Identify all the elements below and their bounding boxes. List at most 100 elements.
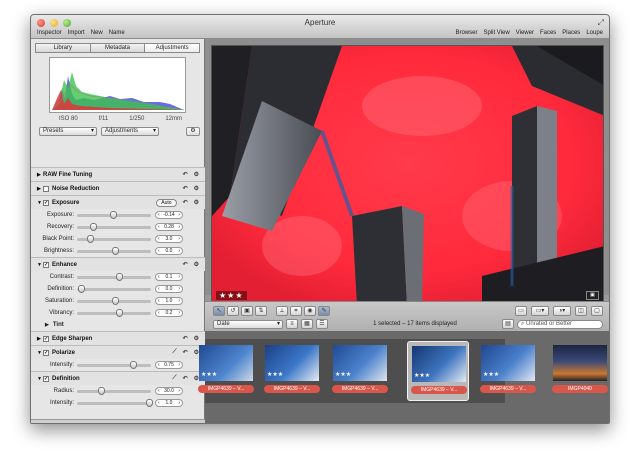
disclosure-triangle-icon[interactable]: ▶	[45, 322, 49, 328]
increment-arrow-icon[interactable]: ›	[178, 388, 180, 394]
decrement-arrow-icon[interactable]: ‹	[158, 362, 160, 368]
reset-icon[interactable]: ↶	[183, 171, 188, 178]
increment-arrow-icon[interactable]: ›	[178, 400, 180, 406]
thumbnail-selected[interactable]: ★★★ IMGP4639 – V...	[407, 341, 469, 401]
sort-direction-icon[interactable]: ≡	[286, 319, 298, 329]
value-stepper[interactable]: ‹ 3.0 ›	[155, 235, 183, 243]
slider-knob[interactable]	[78, 284, 86, 293]
brick-polarize[interactable]: ▼ ✓ Polarize ⟋ ↶ ⚙	[31, 345, 205, 359]
slider-knob[interactable]	[145, 398, 153, 407]
reset-icon[interactable]: ↶	[183, 349, 188, 356]
slider-track[interactable]	[77, 284, 151, 293]
sort-popup[interactable]: Date	[213, 319, 283, 329]
slider-track[interactable]	[77, 234, 151, 243]
brick-raw-fine-tuning[interactable]: ▶ RAW Fine Tuning ↶ ⚙	[31, 167, 205, 181]
name-button[interactable]: Name	[109, 30, 125, 36]
viewer-button[interactable]: Viewer	[516, 30, 534, 36]
slider-track[interactable]	[77, 272, 151, 281]
slider-track[interactable]	[77, 246, 151, 255]
slider-knob[interactable]	[115, 272, 123, 281]
gear-icon[interactable]: ⚙	[194, 171, 199, 178]
tab-metadata[interactable]: Metadata	[90, 44, 146, 52]
rotate-left-icon[interactable]: ↺	[227, 306, 239, 316]
reset-icon[interactable]: ↶	[183, 375, 188, 382]
split-view-icon[interactable]: ◫	[575, 306, 587, 316]
reset-icon[interactable]: ↶	[183, 199, 188, 206]
increment-arrow-icon[interactable]: ›	[178, 224, 180, 230]
slider-track[interactable]	[77, 386, 151, 395]
slider-track[interactable]	[77, 222, 151, 231]
increment-arrow-icon[interactable]: ›	[178, 310, 180, 316]
value-text[interactable]: -0.14	[163, 212, 174, 218]
brush-tool-icon[interactable]: ✎	[318, 306, 330, 316]
inspector-resize-bar[interactable]	[31, 419, 205, 423]
thumbnail[interactable]: IMGP4040	[549, 341, 609, 401]
filter-search-field[interactable]: ⌕ Unrated or Better	[517, 319, 603, 329]
slider-track[interactable]	[77, 296, 151, 305]
value-stepper[interactable]: ‹ 0.0 ›	[155, 285, 183, 293]
decrement-arrow-icon[interactable]: ‹	[158, 286, 160, 292]
inspector-button[interactable]: Inspector	[37, 30, 62, 36]
slider-knob[interactable]	[112, 296, 119, 305]
fullscreen-icon[interactable]: ⤢	[598, 18, 604, 28]
enable-checkbox[interactable]	[43, 185, 49, 192]
value-text[interactable]: 1.0	[166, 400, 173, 406]
presets-popup[interactable]: Presets	[39, 127, 97, 136]
value-text[interactable]: 1.0	[166, 298, 173, 304]
slider-knob[interactable]	[115, 308, 123, 317]
value-stepper[interactable]: ‹ 0.1 ›	[155, 273, 183, 281]
slider-track[interactable]	[77, 210, 151, 219]
slider-knob[interactable]	[109, 210, 117, 219]
value-stepper[interactable]: ‹ 0.0 ›	[155, 247, 183, 255]
slider-knob[interactable]	[112, 246, 119, 255]
red-eye-icon[interactable]: ◉	[304, 306, 316, 316]
brick-definition[interactable]: ▼ ✓ Definition ⟋ ↶ ⚙	[31, 371, 205, 385]
stack-icon[interactable]: ▣	[241, 306, 253, 316]
value-text[interactable]: 30.0	[164, 388, 174, 394]
tab-adjustments[interactable]: Adjustments	[145, 44, 200, 52]
value-stepper[interactable]: ‹ 1.0 ›	[155, 297, 183, 305]
grid-view-icon[interactable]: ▦	[301, 319, 313, 329]
increment-arrow-icon[interactable]: ›	[178, 286, 180, 292]
slider-knob[interactable]	[98, 386, 105, 395]
places-button[interactable]: Places	[562, 30, 580, 36]
thumbnail[interactable]: ★★★ IMGP4639 – V...	[195, 341, 257, 401]
gear-icon[interactable]: ⚙	[194, 185, 199, 192]
decrement-arrow-icon[interactable]: ‹	[158, 248, 160, 254]
increment-arrow-icon[interactable]: ›	[178, 362, 180, 368]
slider-knob[interactable]	[129, 360, 137, 369]
decrement-arrow-icon[interactable]: ‹	[158, 400, 160, 406]
straighten-icon[interactable]: ⟂	[276, 306, 288, 316]
decrement-arrow-icon[interactable]: ‹	[158, 388, 160, 394]
adjustments-popup[interactable]: Adjustments	[101, 127, 159, 136]
enable-checkbox[interactable]: ✓	[43, 375, 49, 382]
import-button[interactable]: Import	[68, 30, 85, 36]
increment-arrow-icon[interactable]: ›	[178, 274, 180, 280]
thumbnail[interactable]: ★★★ IMGP4639 – V...	[329, 341, 391, 401]
decrement-arrow-icon[interactable]: ‹	[158, 212, 160, 218]
decrement-arrow-icon[interactable]: ‹	[158, 298, 160, 304]
auto-button[interactable]: Auto	[156, 198, 177, 207]
crop-icon[interactable]: ⌗	[290, 306, 302, 316]
brush-icon[interactable]: ⟋	[172, 375, 176, 382]
thumbnail[interactable]: ★★★ IMGP4639 – V...	[477, 341, 539, 401]
slider-track[interactable]	[77, 308, 151, 317]
decrement-arrow-icon[interactable]: ‹	[158, 236, 160, 242]
value-text[interactable]: 0.0	[166, 248, 173, 254]
slider-track[interactable]	[77, 398, 153, 407]
increment-arrow-icon[interactable]: ›	[178, 212, 180, 218]
value-stepper[interactable]: ‹ 0.75 ›	[155, 361, 183, 369]
brick-enhance[interactable]: ▼ ✓ Enhance ↶ ⚙	[31, 257, 205, 271]
value-stepper[interactable]: ‹ 1.0 ›	[155, 399, 183, 407]
brick-edge-sharpen[interactable]: ▶ ✓ Edge Sharpen ↶ ⚙	[31, 331, 205, 345]
adjust-menu-icon[interactable]: ◑▾	[553, 306, 571, 316]
value-text[interactable]: 0.2	[166, 310, 173, 316]
value-text[interactable]: 3.0	[166, 236, 173, 242]
gear-icon[interactable]: ⚙	[194, 199, 199, 206]
loupe-button[interactable]: Loupe	[586, 30, 603, 36]
slider-track[interactable]	[77, 360, 151, 369]
enable-checkbox[interactable]: ✓	[43, 261, 49, 268]
new-button[interactable]: New	[91, 30, 103, 36]
value-text[interactable]: 0.1	[166, 274, 173, 280]
reset-icon[interactable]: ↶	[183, 261, 188, 268]
